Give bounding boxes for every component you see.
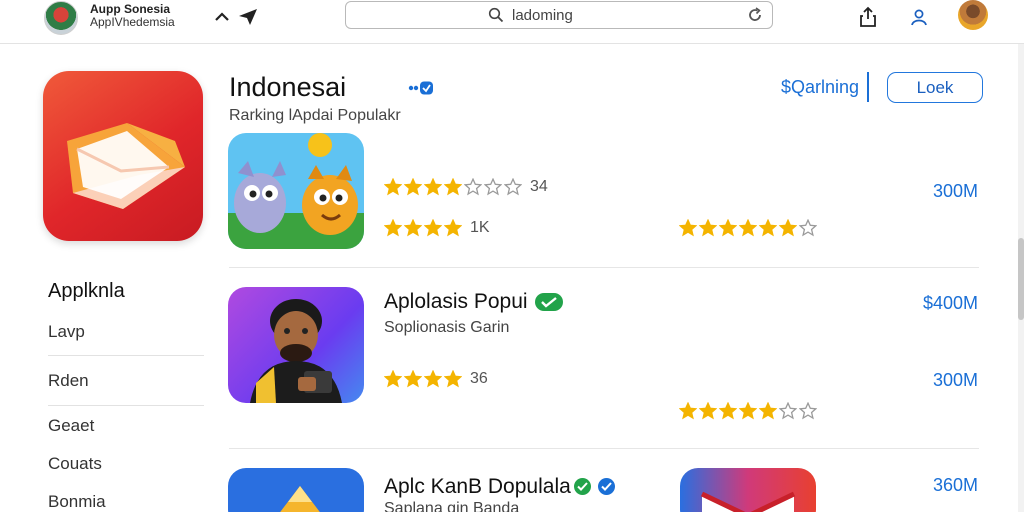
- verified-badge-icon: [598, 478, 615, 495]
- sidebar-item-lavp[interactable]: Lavp: [48, 322, 85, 342]
- reload-icon[interactable]: [746, 6, 764, 24]
- star-icon: [739, 402, 757, 420]
- row-divider: [229, 267, 979, 268]
- download-count: 360M: [932, 475, 978, 495]
- sidebar-item-rden[interactable]: Rden: [48, 371, 89, 391]
- star-icon: [699, 219, 717, 237]
- sidebar-divider: [48, 405, 204, 406]
- rating-right: [679, 402, 817, 420]
- star-icon: [739, 219, 757, 237]
- star-icon: [424, 219, 442, 237]
- rating-right: [679, 219, 817, 237]
- app-subtitle: Saplana gin Banda: [384, 500, 520, 512]
- star-icon: [719, 219, 737, 237]
- app-name[interactable]: Aplc KanB Dopulala: [384, 475, 571, 499]
- send-icon[interactable]: [236, 6, 260, 28]
- page-subtitle: Rarking lApdai Populakr: [229, 107, 401, 124]
- star-icon: [799, 402, 817, 420]
- cartoon-characters-image: [228, 133, 364, 249]
- paper-plane-image: [228, 468, 364, 512]
- star-icon: [404, 178, 422, 196]
- search-bar[interactable]: [345, 1, 773, 29]
- look-button[interactable]: Loek: [887, 72, 983, 103]
- top-bar: Aupp Sonesia AppIVhedemsia: [0, 0, 1024, 44]
- page-title: Indonesai: [229, 72, 347, 102]
- star-icon: [384, 178, 402, 196]
- row-thumbnail[interactable]: [228, 468, 364, 512]
- star-icon: [719, 402, 737, 420]
- star-icon: [484, 178, 502, 196]
- app-name[interactable]: Aplolasis Popui: [384, 290, 528, 314]
- star-icon: [384, 370, 402, 388]
- rating-secondary: 1K: [384, 219, 490, 237]
- star-icon: [759, 402, 777, 420]
- chevron-up-icon[interactable]: [210, 6, 234, 28]
- app-title: Aupp Sonesia: [90, 2, 171, 16]
- star-icon: [424, 178, 442, 196]
- row-thumbnail-right[interactable]: [680, 468, 816, 512]
- row-divider: [229, 448, 979, 449]
- rating-count: 34: [530, 178, 548, 195]
- star-icon: [444, 219, 462, 237]
- editor-choice-badge-icon: [535, 293, 563, 311]
- star-icon: [444, 370, 462, 388]
- verified-badge-icon: [408, 81, 433, 95]
- rating-count: 1K: [470, 219, 490, 236]
- download-count: 300M: [932, 181, 978, 201]
- star-icon: [404, 219, 422, 237]
- profile-avatar[interactable]: [958, 0, 988, 30]
- star-icon: [404, 370, 422, 388]
- row-thumbnail[interactable]: [228, 287, 364, 403]
- app-avatar[interactable]: [44, 1, 78, 35]
- search-icon: [488, 7, 504, 23]
- star-icon: [779, 219, 797, 237]
- sidebar-heading: Applknla: [48, 280, 125, 302]
- character-portrait-image: [228, 287, 364, 403]
- star-icon: [464, 178, 482, 196]
- star-icon: [779, 402, 797, 420]
- star-icon: [759, 219, 777, 237]
- download-count: $400M: [922, 293, 978, 313]
- star-icon: [424, 370, 442, 388]
- star-icon: [799, 219, 817, 237]
- star-icon: [444, 178, 462, 196]
- rating-primary: 36: [384, 370, 488, 388]
- account-icon[interactable]: [907, 6, 931, 28]
- search-input[interactable]: [512, 6, 642, 24]
- sidebar-divider: [48, 355, 204, 356]
- scrollbar-thumb[interactable]: [1018, 238, 1024, 320]
- row-thumbnail[interactable]: [228, 133, 364, 249]
- star-icon: [504, 178, 522, 196]
- star-icon: [679, 402, 697, 420]
- star-icon: [699, 402, 717, 420]
- sidebar-item-bonmia[interactable]: Bonmia: [48, 492, 106, 512]
- app-icon[interactable]: [43, 71, 203, 241]
- star-icon: [679, 219, 697, 237]
- mail-app-image: [680, 468, 816, 512]
- app-subtitle: AppIVhedemsia: [90, 15, 175, 29]
- download-count-secondary: 300M: [932, 370, 978, 390]
- sidebar-item-geaet[interactable]: Geaet: [48, 416, 94, 436]
- sidebar: Applknla Lavp Rden Geaet Couats Bonmia: [0, 44, 215, 512]
- envelope-logo-icon: [67, 123, 185, 209]
- verified-check-icon: [574, 478, 591, 495]
- rating-count: 36: [470, 370, 488, 387]
- share-icon[interactable]: [856, 6, 880, 28]
- rating-primary: 34: [384, 178, 548, 196]
- ranking-link[interactable]: $Qarlning: [781, 72, 870, 102]
- sidebar-item-couats[interactable]: Couats: [48, 454, 102, 474]
- star-icon: [384, 219, 402, 237]
- app-subtitle: Soplionasis Garin: [384, 319, 510, 336]
